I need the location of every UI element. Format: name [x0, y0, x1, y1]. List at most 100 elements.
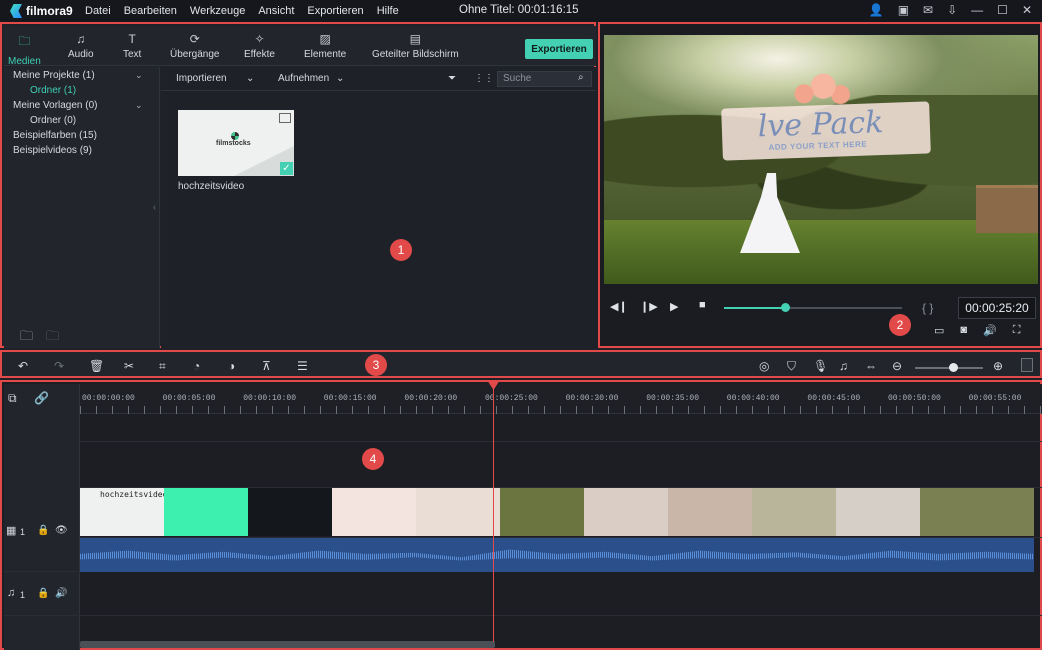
- video-clip[interactable]: [836, 488, 920, 536]
- tree-beispielfarben[interactable]: Beispielfarben (15): [13, 130, 97, 141]
- save-icon[interactable]: ▣: [898, 3, 909, 17]
- chevron-down-icon[interactable]: ⌄: [135, 70, 143, 81]
- download-icon[interactable]: ⇩: [947, 3, 957, 17]
- time-ruler[interactable]: 00:00:00:00 00:00:05:00 00:00:10:00 00:00:1…: [80, 384, 1042, 414]
- redo-icon[interactable]: ↷: [54, 359, 64, 373]
- delete-icon[interactable]: 🗑: [89, 359, 104, 373]
- title-flowers: [788, 71, 852, 109]
- adjust-icon[interactable]: ☰: [297, 359, 308, 373]
- mail-icon[interactable]: ✉: [923, 3, 933, 17]
- export-button[interactable]: Exportieren: [525, 39, 593, 59]
- tab-elemente[interactable]: ▨ Elemente: [304, 32, 346, 60]
- preview-video[interactable]: lve Pack ADD YOUR TEXT HERE: [604, 35, 1038, 284]
- play-icon[interactable]: ▶: [670, 300, 678, 313]
- mark-in-out-icon[interactable]: { }: [922, 301, 933, 315]
- maximize-icon[interactable]: ☐: [997, 3, 1008, 17]
- delete-folder-icon[interactable]: 🗀: [46, 327, 59, 349]
- preview-panel: lve Pack ADD YOUR TEXT HERE ◀❙ ❙▶ ▶ ■ { …: [598, 22, 1042, 348]
- chevron-down-icon[interactable]: ⌄: [135, 100, 143, 111]
- video-clip[interactable]: [920, 488, 1034, 536]
- collapse-arrow-icon[interactable]: ‹: [153, 202, 156, 212]
- step-back-icon[interactable]: ◀❙: [610, 300, 628, 313]
- filter-icon[interactable]: ⏷: [448, 73, 456, 84]
- video-clip[interactable]: [164, 488, 248, 536]
- volume-icon[interactable]: 🔊: [55, 588, 67, 599]
- speed-icon[interactable]: ◔: [193, 359, 200, 373]
- progress-knob[interactable]: [780, 303, 790, 312]
- tab-text[interactable]: T Text: [123, 32, 141, 60]
- tab-geteilter-bildschirm[interactable]: ▤ Geteilter Bildschirm: [372, 32, 459, 60]
- voiceover-icon[interactable]: 🎙: [813, 359, 828, 373]
- audio-mixer-icon[interactable]: ♫: [839, 359, 848, 373]
- video-track-header: ▦ 1 🔒 👁: [4, 488, 80, 572]
- tree-ordner-0[interactable]: Ordner (0): [30, 115, 76, 126]
- eye-icon[interactable]: 👁: [55, 525, 68, 536]
- video-clip[interactable]: [668, 488, 752, 536]
- tab-label: Elemente: [304, 49, 347, 60]
- callout-badge-2: 2: [889, 314, 911, 336]
- render-icon[interactable]: ◎: [759, 359, 769, 373]
- record-button[interactable]: Aufnehmen: [278, 73, 329, 84]
- snapshot-icon[interactable]: ◙: [960, 324, 967, 337]
- green-screen-icon[interactable]: ⊼: [262, 359, 271, 373]
- tab-effekte[interactable]: ✧ Effekte: [244, 32, 275, 60]
- playback-controls: ◀❙ ❙▶ ▶ ■ { } 00:00:25:20: [604, 296, 1038, 320]
- clip-audio-waveform[interactable]: [80, 538, 1034, 572]
- transition-icon: ⟳: [189, 32, 200, 46]
- menu-hilfe[interactable]: Hilfe: [377, 5, 399, 17]
- zoom-in-icon[interactable]: ⊕: [993, 359, 1003, 373]
- menu-datei[interactable]: Datei: [85, 5, 111, 17]
- menu-ansicht[interactable]: Ansicht: [258, 5, 294, 17]
- grid-view-icon[interactable]: ⋮⋮: [474, 73, 494, 84]
- zoom-out-icon[interactable]: ⊖: [892, 359, 902, 373]
- menu-exportieren[interactable]: Exportieren: [307, 5, 363, 17]
- video-clip[interactable]: hochzeitsvideo: [80, 488, 164, 536]
- crop-icon[interactable]: ⌗: [159, 359, 166, 374]
- video-clip[interactable]: [584, 488, 668, 536]
- media-thumbnail[interactable]: filmstocks ✓: [178, 110, 294, 176]
- video-clip[interactable]: [416, 488, 500, 536]
- tab-audio[interactable]: ♫ Audio: [68, 32, 94, 60]
- menu-bearbeiten[interactable]: Bearbeiten: [124, 5, 177, 17]
- zoom-knob[interactable]: [949, 363, 959, 372]
- empty-track-row: [80, 442, 1042, 488]
- color-icon[interactable]: ◑: [228, 359, 235, 373]
- lock-icon[interactable]: 🔒: [37, 525, 49, 536]
- volume-icon[interactable]: 🔊: [983, 324, 997, 337]
- panel-toggle-icon[interactable]: [1021, 358, 1033, 372]
- search-icon[interactable]: ⌕: [578, 72, 584, 83]
- fullscreen-icon[interactable]: ⛶: [1013, 324, 1021, 337]
- chevron-down-icon[interactable]: ⌄: [336, 73, 344, 84]
- video-clip[interactable]: [752, 488, 836, 536]
- timeline-scrollbar[interactable]: [80, 641, 495, 648]
- tree-ordner-1[interactable]: Ordner (1): [30, 85, 76, 96]
- chevron-down-icon[interactable]: ⌄: [246, 73, 254, 84]
- cut-icon[interactable]: ✂: [124, 359, 134, 373]
- ruler-tick-label: 00:00:50:00: [888, 394, 941, 403]
- display-settings-icon[interactable]: ▭: [934, 324, 944, 337]
- import-button[interactable]: Importieren: [176, 73, 227, 84]
- frame-play-icon[interactable]: ❙▶: [640, 300, 658, 313]
- video-clip[interactable]: [248, 488, 332, 536]
- playhead[interactable]: [493, 380, 494, 642]
- link-icon[interactable]: 🔗: [34, 391, 49, 405]
- fit-timeline-icon[interactable]: ⇔: [865, 359, 877, 373]
- tab-uebergaenge[interactable]: ⟳ Übergänge: [170, 32, 219, 60]
- menu-werkzeuge[interactable]: Werkzeuge: [190, 5, 245, 17]
- lock-icon[interactable]: 🔒: [37, 588, 49, 599]
- minimize-icon[interactable]: —: [971, 3, 983, 17]
- close-icon[interactable]: ✕: [1022, 3, 1032, 17]
- tree-meine-vorlagen[interactable]: Meine Vorlagen (0): [13, 100, 98, 111]
- tree-meine-projekte[interactable]: Meine Projekte (1): [13, 70, 95, 81]
- marker-icon[interactable]: ⛉: [787, 359, 796, 374]
- user-icon[interactable]: 👤: [869, 3, 884, 17]
- tab-medien[interactable]: 🗀 Medien: [6, 32, 43, 75]
- new-folder-icon[interactable]: 🗀: [20, 327, 33, 349]
- video-clip[interactable]: [332, 488, 416, 536]
- undo-icon[interactable]: ↶: [18, 359, 28, 373]
- add-track-icon[interactable]: ⧉: [8, 391, 17, 406]
- stop-icon[interactable]: ■: [699, 299, 706, 311]
- tree-beispielvideos[interactable]: Beispielvideos (9): [13, 145, 92, 156]
- tab-label: Geteilter Bildschirm: [372, 49, 459, 60]
- video-clip[interactable]: [500, 488, 584, 536]
